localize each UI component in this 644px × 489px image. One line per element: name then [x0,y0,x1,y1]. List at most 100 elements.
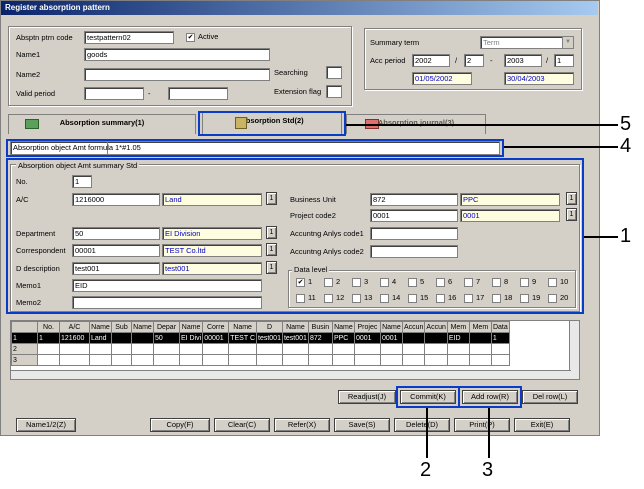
grid-column-header[interactable]: Accun [424,321,448,333]
grid-cell[interactable] [446,343,470,355]
correspondent-code-input[interactable]: 00001 [72,244,160,257]
data-level-checkbox[interactable] [324,294,333,303]
grid-column-header[interactable]: Projec [353,321,381,333]
grid-cell[interactable] [424,332,448,344]
copy-button[interactable]: Copy(F) [150,418,210,432]
horizontal-scrollbar[interactable] [11,370,571,379]
grid-column-header[interactable]: Accun [401,321,426,333]
grid-cell[interactable]: 3 [11,354,38,366]
aac1-input[interactable] [370,227,458,240]
grid-cell[interactable] [202,343,230,355]
grid-cell[interactable] [111,354,132,366]
grid-cell[interactable]: 872 [307,332,333,344]
correspondent-lookup-button[interactable]: 1 [266,243,277,256]
data-level-checkbox[interactable] [492,294,501,303]
grid-cell[interactable]: 50 [153,332,180,344]
detail-grid[interactable]: No. A/C Name Sub Name Depar Name Corre Name D Name… [10,320,580,380]
data-level-checkbox[interactable] [352,294,361,303]
grid-column-header[interactable]: Mem [468,321,492,333]
data-level-checkbox[interactable] [380,278,389,287]
grid-cell[interactable] [111,332,132,344]
grid-cell[interactable] [468,354,492,366]
grid-cell[interactable] [178,354,204,366]
grid-column-header[interactable]: D [256,321,283,333]
grid-cell[interactable] [379,343,403,355]
grid-column-header[interactable]: Corre [202,321,230,333]
memo1-input[interactable]: EID [72,279,262,292]
data-level-checkbox[interactable] [492,278,501,287]
table-row[interactable]: 2 [11,343,510,355]
exit-button[interactable]: Exit(E) [514,418,570,432]
grid-cell[interactable] [331,354,355,366]
grid-cell[interactable] [131,354,154,366]
data-level-checkbox[interactable] [464,294,473,303]
to-month-input[interactable]: 1 [554,54,574,67]
grid-cell[interactable]: Land [89,332,112,344]
grid-cell[interactable] [401,332,426,344]
tab-absorption-summary[interactable]: Absorption summary(1) [8,114,196,134]
grid-cell[interactable] [131,343,154,355]
grid-cell[interactable] [401,343,426,355]
ac-lookup-button[interactable]: 1 [266,192,277,205]
grid-cell[interactable] [490,354,510,366]
grid-cell[interactable] [353,354,381,366]
grid-cell[interactable] [153,343,180,355]
from-year-input[interactable]: 2002 [412,54,450,67]
clear-button[interactable]: Clear(C) [214,418,270,432]
grid-cell[interactable] [331,343,355,355]
table-row[interactable]: 1 1 121600 Land 50 EI Divi 00001 TEST Ctest001 t… [11,332,510,344]
name2-input[interactable] [84,68,270,81]
grid-column-header[interactable]: Name [331,321,355,333]
grid-column-header[interactable]: Depar [153,321,180,333]
term-select[interactable]: Term ▼ [480,36,574,49]
data-level-checkbox[interactable] [408,278,417,287]
grid-cell[interactable] [307,354,333,366]
grid-column-header[interactable]: A/C [59,321,90,333]
grid-cell[interactable]: EID [446,332,470,344]
aac2-input[interactable] [370,245,458,258]
grid-cell[interactable] [401,354,426,366]
grid-cell[interactable]: test001 [281,332,309,344]
grid-cell[interactable] [424,343,448,355]
department-lookup-button[interactable]: 1 [266,226,277,239]
grid-cell[interactable] [379,354,403,366]
d-description-lookup-button[interactable]: 1 [266,261,277,274]
data-level-checkbox[interactable] [436,278,445,287]
grid-column-header[interactable]: Name [228,321,257,333]
grid-cell[interactable] [446,354,470,366]
grid-column-header[interactable]: No. [37,321,60,333]
grid-cell[interactable] [424,354,448,366]
grid-column-header[interactable]: Data [490,321,510,333]
refer-button[interactable]: Refer(X) [274,418,330,432]
data-level-checkbox[interactable] [436,294,445,303]
delete-button[interactable]: Delete(D) [394,418,450,432]
name1-input[interactable]: goods [84,48,270,61]
save-button[interactable]: Save(S) [334,418,390,432]
grid-cell[interactable] [490,343,510,355]
del-row-button[interactable]: Del row(L) [522,390,578,404]
grid-cell[interactable] [59,354,90,366]
to-year-input[interactable]: 2003 [504,54,542,67]
data-level-checkbox[interactable] [380,294,389,303]
valid-period-to-input[interactable] [168,87,228,100]
project-code2-lookup-button[interactable]: 1 [566,208,577,221]
grid-cell[interactable]: test001 [256,332,283,344]
grid-cell[interactable]: 1 [37,332,60,344]
grid-column-header[interactable]: Name [89,321,112,333]
table-row[interactable]: 3 [11,354,510,366]
grid-cell[interactable]: PPC [331,332,355,344]
grid-cell[interactable] [178,343,204,355]
grid-cell[interactable] [468,343,492,355]
no-input[interactable]: 1 [72,175,92,188]
grid-cell[interactable] [256,343,283,355]
grid-column-header[interactable]: Name [281,321,309,333]
grid-cell[interactable] [37,354,60,366]
business-unit-lookup-button[interactable]: 1 [566,192,577,205]
department-code-input[interactable]: 50 [72,227,160,240]
grid-cell[interactable] [281,343,309,355]
data-level-checkbox[interactable] [296,294,305,303]
ac-code-input[interactable]: 1216000 [72,193,160,206]
searching-input[interactable] [326,66,342,79]
project-code2-input[interactable]: 0001 [370,209,458,222]
grid-cell[interactable]: 1 [11,332,38,344]
